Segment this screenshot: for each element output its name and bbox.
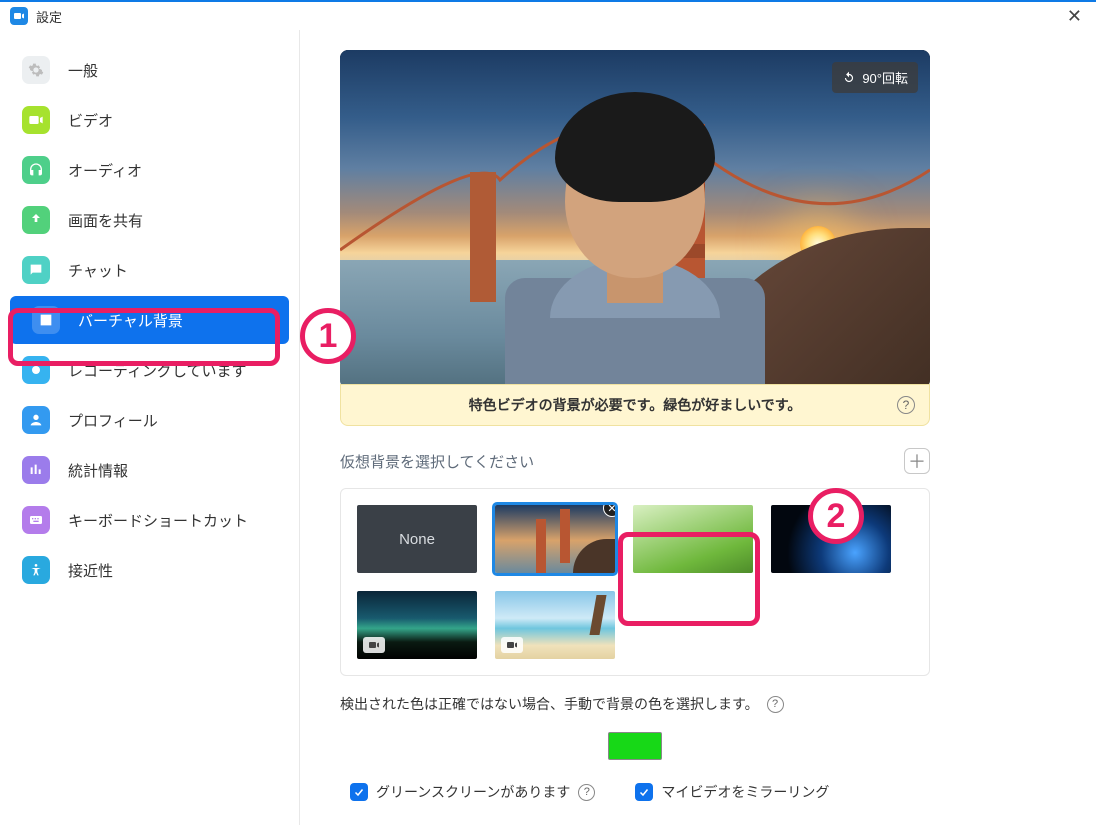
gear-icon: [22, 56, 50, 84]
sidebar-item-general[interactable]: 一般: [0, 46, 299, 94]
checkbox-checked-icon: [350, 783, 368, 801]
sidebar-item-label: 画面を共有: [68, 210, 143, 231]
sidebar-item-keyboard[interactable]: キーボードショートカット: [0, 496, 299, 544]
sidebar-item-audio[interactable]: オーディオ: [0, 146, 299, 194]
background-beach[interactable]: [495, 591, 615, 659]
greenscreen-checkbox[interactable]: グリーンスクリーンがあります ?: [350, 782, 595, 802]
background-earth[interactable]: [771, 505, 891, 573]
color-swatch[interactable]: [608, 732, 662, 760]
help-icon[interactable]: ?: [897, 396, 915, 414]
accessibility-icon: [22, 556, 50, 584]
background-aurora[interactable]: [357, 591, 477, 659]
help-icon[interactable]: ?: [767, 696, 784, 713]
add-background-button[interactable]: ＋: [904, 448, 930, 474]
main-content: 90°回転 特色ビデオの背景が必要です。緑色が好ましいです。 ? 仮想背景を選択…: [300, 30, 1096, 825]
sidebar-item-statistics[interactable]: 統計情報: [0, 446, 299, 494]
help-icon[interactable]: ?: [578, 784, 595, 801]
sidebar-item-label: オーディオ: [68, 160, 142, 181]
sidebar-item-recording[interactable]: レコーディングしています: [0, 346, 299, 394]
window-title: 設定: [36, 7, 62, 26]
user-icon: [22, 406, 50, 434]
sidebar-item-label: バーチャル背景: [78, 310, 183, 331]
background-none[interactable]: None: [357, 505, 477, 573]
sidebar-item-label: 一般: [68, 60, 98, 81]
sidebar-item-virtual-background[interactable]: バーチャル背景: [10, 296, 289, 344]
chart-icon: [22, 456, 50, 484]
close-button[interactable]: ✕: [1067, 7, 1082, 25]
sidebar-item-video[interactable]: ビデオ: [0, 96, 299, 144]
record-icon: [22, 356, 50, 384]
keyboard-icon: [22, 506, 50, 534]
camera-icon: [22, 106, 50, 134]
background-bridge[interactable]: ✕: [495, 505, 615, 573]
title-bar: 設定 ✕: [0, 2, 1096, 30]
video-badge-icon: [363, 637, 385, 653]
background-grid: None ✕: [340, 488, 930, 676]
none-label: None: [399, 531, 435, 548]
rotate-button[interactable]: 90°回転: [832, 62, 918, 93]
sidebar-item-profile[interactable]: プロフィール: [0, 396, 299, 444]
mirror-label: マイビデオをミラーリング: [661, 782, 829, 802]
chat-icon: [22, 256, 50, 284]
notice-text: 特色ビデオの背景が必要です。緑色が好ましいです。: [469, 395, 802, 415]
sidebar-item-share[interactable]: 画面を共有: [0, 196, 299, 244]
rotate-label: 90°回転: [862, 68, 908, 87]
mirror-checkbox[interactable]: マイビデオをミラーリング: [635, 782, 829, 802]
color-hint-row: 検出された色は正確ではない場合、手動で背景の色を選択します。 ?: [340, 694, 1044, 714]
sidebar-item-label: レコーディングしています: [68, 360, 247, 381]
background-grass[interactable]: [633, 505, 753, 573]
sidebar-item-label: 接近性: [68, 560, 113, 581]
settings-sidebar: 一般 ビデオ オーディオ 画面を共有 チャット バーチャル背景 レコーディングし…: [0, 30, 300, 825]
video-badge-icon: [501, 637, 523, 653]
video-preview: 90°回転: [340, 50, 930, 388]
checkbox-checked-icon: [635, 783, 653, 801]
sidebar-item-accessibility[interactable]: 接近性: [0, 546, 299, 594]
sidebar-item-label: ビデオ: [68, 110, 113, 131]
sidebar-item-chat[interactable]: チャット: [0, 246, 299, 294]
background-select-title: 仮想背景を選択してください: [340, 451, 534, 472]
portrait-icon: [32, 306, 60, 334]
sidebar-item-label: プロフィール: [68, 410, 158, 431]
share-icon: [22, 206, 50, 234]
app-icon: [10, 7, 28, 25]
notice-banner: 特色ビデオの背景が必要です。緑色が好ましいです。 ?: [340, 384, 930, 426]
remove-background-button[interactable]: ✕: [603, 505, 615, 517]
sidebar-item-label: キーボードショートカット: [68, 510, 248, 531]
color-hint-text: 検出された色は正確ではない場合、手動で背景の色を選択します。: [340, 694, 759, 714]
headphones-icon: [22, 156, 50, 184]
sidebar-item-label: 統計情報: [68, 460, 128, 481]
sidebar-item-label: チャット: [68, 260, 128, 281]
background-select-header: 仮想背景を選択してください ＋: [340, 448, 930, 474]
greenscreen-label: グリーンスクリーンがあります: [376, 782, 570, 802]
